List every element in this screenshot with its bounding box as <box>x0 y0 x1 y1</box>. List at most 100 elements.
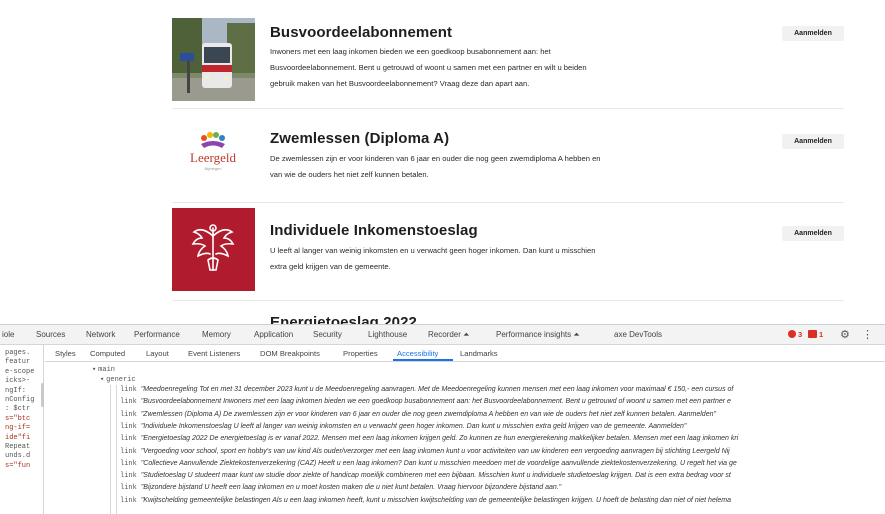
error-count[interactable]: 3 <box>798 330 802 339</box>
tab-memory[interactable]: Memory <box>202 330 231 339</box>
tree-node-link[interactable]: link "Vergoeding voor school, sport en ho… <box>120 448 730 458</box>
desc-line: Inwoners met een laag inkomen bieden we … <box>270 47 551 56</box>
tree-node-link[interactable]: link "Energietoeslag 2022 De energietoesl… <box>120 435 738 445</box>
dom-snippet[interactable]: : $ctr <box>5 405 43 414</box>
desc-line: Busvoordeelabonnement. Bent u getrouwd o… <box>270 63 587 72</box>
node-role: link <box>120 398 137 407</box>
node-role: link <box>120 496 137 505</box>
tab-performance-insights[interactable]: Performance insights ⏶ <box>496 330 580 340</box>
tree-node-main[interactable]: ▾ main <box>92 365 115 375</box>
subtab-dom-breakpoints[interactable]: DOM Breakpoints <box>260 349 320 358</box>
node-accessible-name: "Vergoeding voor school, sport en hobby'… <box>140 447 730 455</box>
webpage-viewport: Busvoordeelabonnement Inwoners met een l… <box>0 0 885 324</box>
node-role: link <box>120 410 137 419</box>
municipal-emblem <box>172 208 255 291</box>
tree-guide <box>110 385 111 514</box>
tree-node-link[interactable]: link "Meedoenregeling Tot en met 31 decem… <box>120 386 733 396</box>
tab-security[interactable]: Security <box>313 330 342 339</box>
dom-snippet[interactable]: icks>- <box>5 377 43 386</box>
dom-snippet[interactable]: unds.d <box>5 452 43 461</box>
card-individuele-inkomenstoeslag: Individuele Inkomenstoeslag U leeft al l… <box>172 208 844 291</box>
node-role: link <box>120 459 137 468</box>
active-subtab-indicator <box>393 359 453 361</box>
subtab-landmarks[interactable]: Landmarks <box>460 349 498 358</box>
subtab-properties[interactable]: Properties <box>343 349 378 358</box>
node-role: link <box>120 422 137 431</box>
node-role: link <box>120 386 137 394</box>
tab-performance[interactable]: Performance <box>134 330 180 339</box>
card-description: U leeft al langer van weinig inkomsten e… <box>270 243 710 275</box>
divider <box>172 202 844 203</box>
dom-snippet[interactable]: s="btc <box>5 415 43 424</box>
tab-recorder[interactable]: Recorder ⏶ <box>428 330 470 340</box>
tab-console[interactable]: iole <box>2 330 14 339</box>
desc-line: extra geld krijgen van de gemeente. <box>270 262 391 271</box>
card-title: Zwemlessen (Diploma A) <box>270 130 450 147</box>
dom-snippet[interactable]: e-scope <box>5 368 43 377</box>
tab-network[interactable]: Network <box>86 330 115 339</box>
node-accessible-name: "Individuele Inkomenstoeslag U leeft al … <box>140 422 687 430</box>
scrollbar-thumb[interactable] <box>41 383 44 407</box>
card-description: Inwoners met een laag inkomen bieden we … <box>270 44 710 92</box>
node-accessible-name: "Kwijtschelding gemeentelijke belastinge… <box>140 496 732 504</box>
card-title: Individuele Inkomenstoeslag <box>270 222 478 239</box>
subtab-styles[interactable]: Styles <box>55 349 76 358</box>
card-title: Energietoeslag 2022 <box>270 314 417 324</box>
node-role: link <box>120 484 137 493</box>
dom-snippet[interactable]: ide"fi <box>5 434 43 443</box>
subtab-computed[interactable]: Computed <box>90 349 125 358</box>
tree-node-link[interactable]: link "Busvoordeelabonnement Inwoners met … <box>120 398 731 408</box>
tree-node-link[interactable]: link "Individuele Inkomenstoeslag U leeft… <box>120 423 686 433</box>
dom-snippet[interactable]: ngIf: <box>5 387 43 396</box>
desc-line: De zwemlessen zijn er voor kinderen van … <box>270 154 601 163</box>
gear-icon[interactable]: ⚙ <box>840 328 850 341</box>
tree-node-link[interactable]: link "Bijzondere bijstand U heeft een laa… <box>120 484 561 494</box>
aanmelden-button[interactable]: Aanmelden <box>782 134 844 149</box>
node-role: generic <box>106 376 136 384</box>
subtab-accessibility[interactable]: Accessibility <box>397 349 438 358</box>
tree-node-link[interactable]: link "Zwemlessen (Diploma A) De zwemlesse… <box>120 411 716 421</box>
dom-snippet[interactable]: featur <box>5 358 43 367</box>
accessibility-tree: ▾ main ▾ generic link "Meedoenregeling To… <box>48 363 885 514</box>
node-role: link <box>120 472 137 481</box>
warning-count[interactable]: 1 <box>819 330 823 339</box>
node-role: link <box>120 435 137 444</box>
bus-photo <box>172 18 255 101</box>
node-accessible-name: "Busvoordeelabonnement Inwoners met een … <box>140 398 731 406</box>
divider <box>172 108 844 109</box>
aanmelden-button[interactable]: Aanmelden <box>782 26 844 41</box>
expand-arrow-icon[interactable]: ▾ <box>100 376 104 384</box>
tree-node-link[interactable]: link "Collectieve Aanvullende Ziektekoste… <box>120 460 737 470</box>
card-description: De zwemlessen zijn er voor kinderen van … <box>270 151 710 183</box>
leergeld-logo: Leergeld Nijmegen <box>172 116 255 199</box>
dom-snippet[interactable]: ng-if= <box>5 424 43 433</box>
tab-axe-devtools[interactable]: axe DevTools <box>614 330 662 339</box>
aanmelden-button[interactable]: Aanmelden <box>782 226 844 241</box>
dom-snippet[interactable]: s="fun <box>5 462 43 471</box>
tree-node-generic[interactable]: ▾ generic <box>100 375 136 385</box>
warning-icon[interactable] <box>808 330 817 338</box>
more-options-icon[interactable]: ⋮ <box>862 328 873 341</box>
tab-sources[interactable]: Sources <box>36 330 65 339</box>
svg-text:Nijmegen: Nijmegen <box>205 166 222 171</box>
subtab-layout[interactable]: Layout <box>146 349 169 358</box>
tab-lighthouse[interactable]: Lighthouse <box>368 330 407 339</box>
desc-line: U leeft al langer van weinig inkomsten e… <box>270 246 596 255</box>
error-icon[interactable] <box>788 330 796 338</box>
card-energietoeslag: Energietoeslag 2022 <box>172 306 844 324</box>
dom-snippet[interactable]: nConfig <box>5 396 43 405</box>
tab-application[interactable]: Application <box>254 330 293 339</box>
node-role: link <box>120 447 137 456</box>
node-accessible-name: "Meedoenregeling Tot en met 31 december … <box>140 386 734 393</box>
expand-arrow-icon[interactable]: ▾ <box>92 366 96 374</box>
tree-node-link[interactable]: link "Studietoeslag U studeert maar kunt … <box>120 472 731 482</box>
node-accessible-name: "Collectieve Aanvullende Ziektekostenver… <box>140 459 737 467</box>
dom-snippet[interactable]: pages. <box>5 349 43 358</box>
node-role: main <box>98 366 115 374</box>
card-zwemlessen: Leergeld Nijmegen Zwemlessen (Diploma A)… <box>172 116 844 199</box>
subtab-event-listeners[interactable]: Event Listeners <box>188 349 240 358</box>
leergeld-logo-text: Leergeld <box>190 150 236 165</box>
dom-snippet[interactable]: Repeat <box>5 443 43 452</box>
node-accessible-name: "Bijzondere bijstand U heeft een laag in… <box>140 484 562 492</box>
tree-node-link[interactable]: link "Kwijtschelding gemeentelijke belast… <box>120 497 731 507</box>
